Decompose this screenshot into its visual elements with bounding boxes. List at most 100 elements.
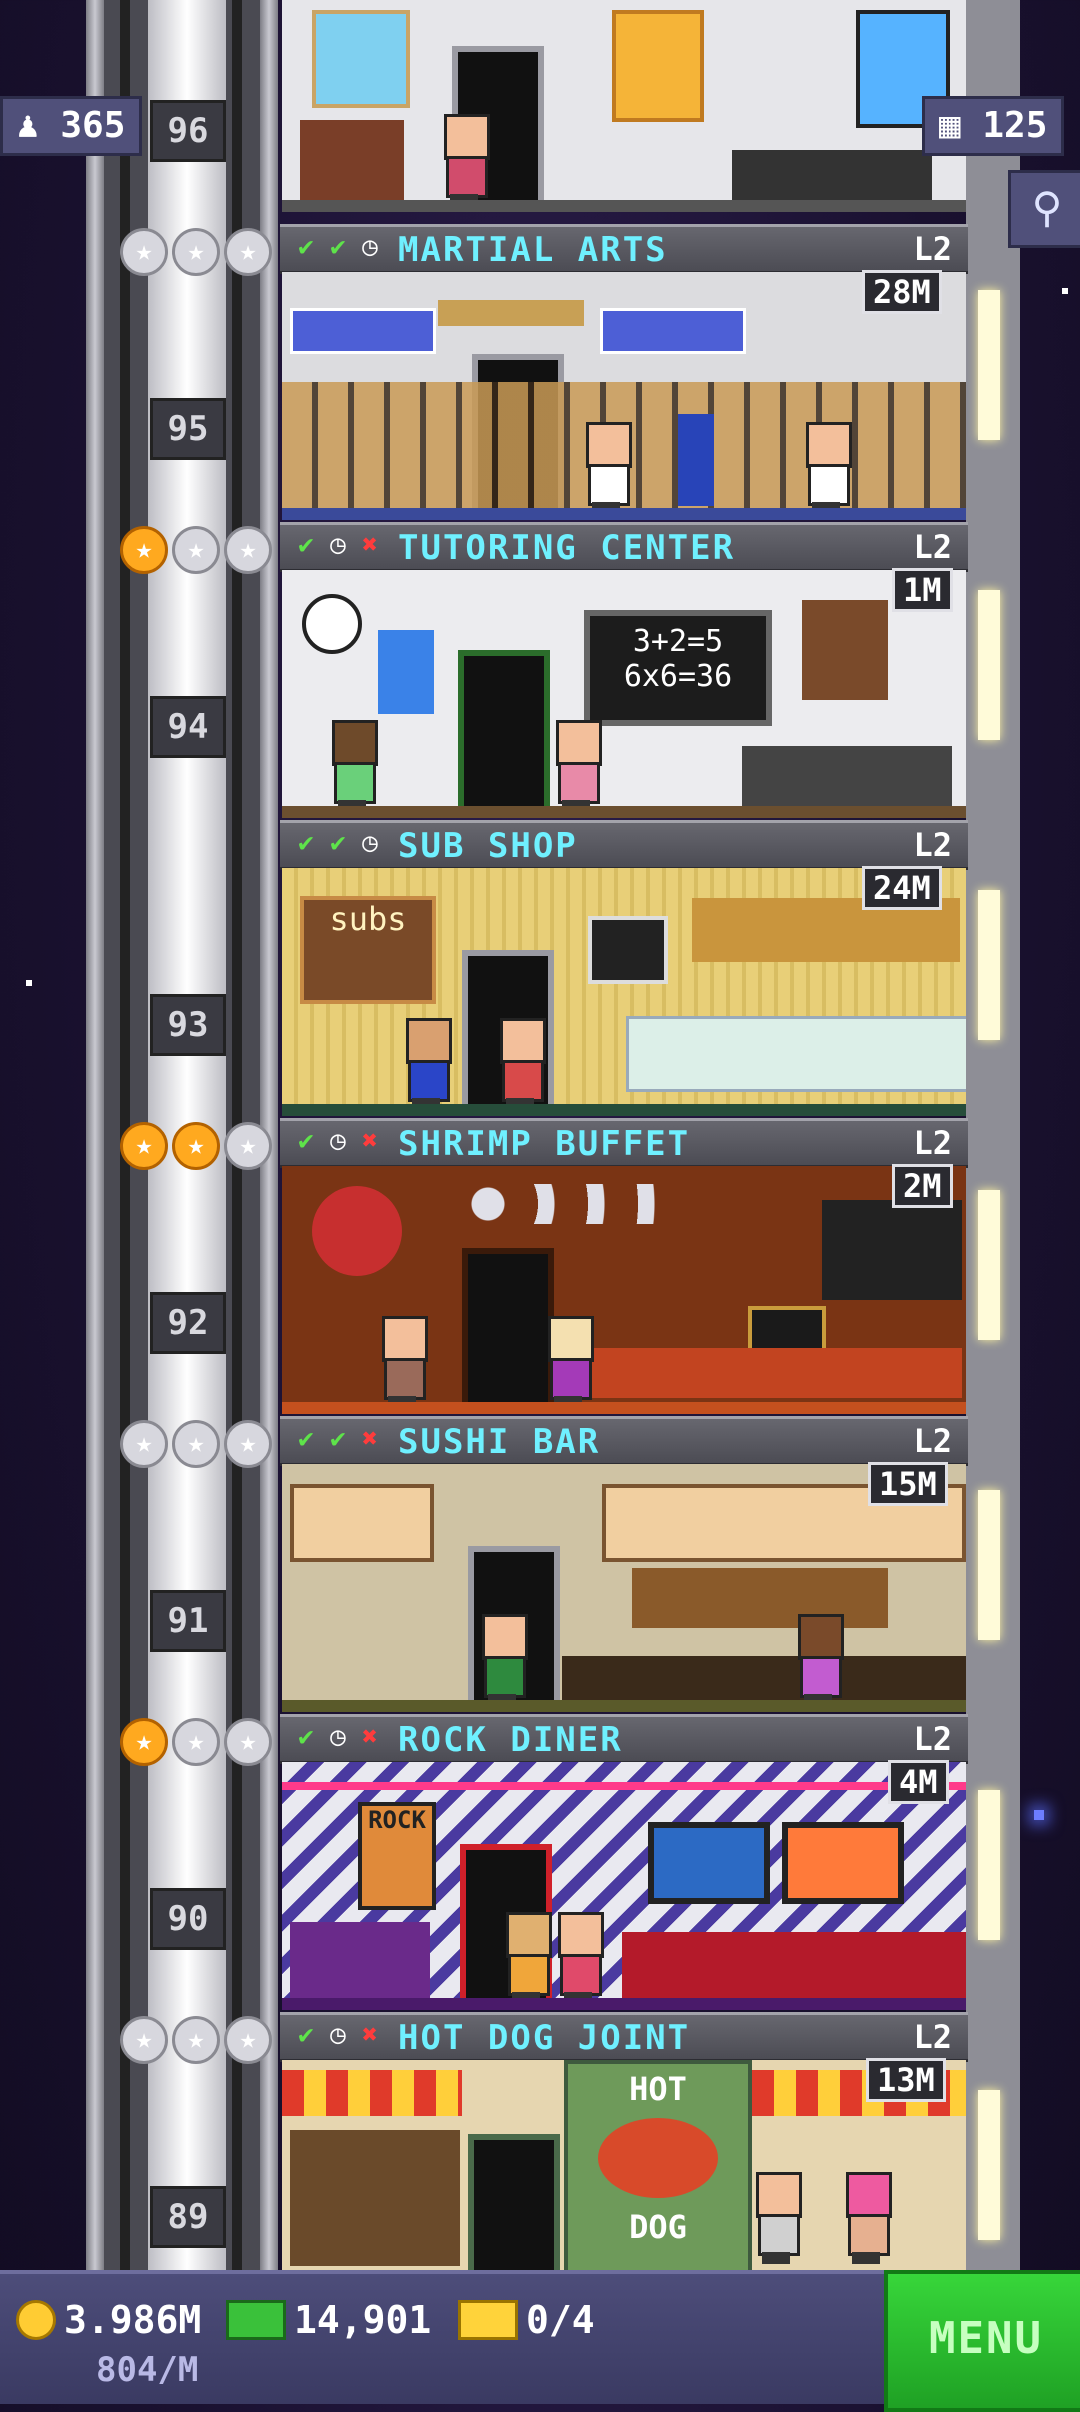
stock-badge: 1M bbox=[892, 568, 953, 612]
floor-label-90[interactable]: ✔ ◷ ✖ ROCK DINER L2 bbox=[280, 1714, 968, 1764]
floor-room-91[interactable] bbox=[282, 1464, 966, 1712]
floor-stars[interactable]: ★ ★ ★ bbox=[120, 2016, 272, 2064]
check-icon: ✔ bbox=[298, 1424, 314, 1454]
bar-counter bbox=[562, 1656, 966, 1700]
tower-resident[interactable] bbox=[502, 1912, 552, 2004]
floor-room-89[interactable]: HOT DOG bbox=[282, 2060, 966, 2270]
population-counter[interactable]: ♟ 365 bbox=[0, 96, 143, 156]
tower-resident[interactable] bbox=[496, 1018, 546, 1110]
plates-row bbox=[468, 1184, 668, 1224]
floor-room-96[interactable] bbox=[282, 0, 966, 212]
floor-base bbox=[282, 508, 966, 520]
tower-resident[interactable] bbox=[752, 2172, 802, 2264]
star-icon: ★ bbox=[120, 228, 168, 276]
floor-label-91[interactable]: ✔ ✔ ✖ SUSHI BAR L2 bbox=[280, 1416, 968, 1466]
wall-light bbox=[978, 1190, 1000, 1340]
floor-room-92[interactable] bbox=[282, 1166, 966, 1414]
tower-resident[interactable] bbox=[554, 1912, 604, 2004]
tower-resident[interactable] bbox=[552, 720, 602, 812]
chalkboard-line: 3+2=5 bbox=[632, 624, 724, 659]
torii-gate bbox=[438, 300, 584, 326]
floor-level: L2 bbox=[913, 1124, 952, 1162]
tower-resident[interactable] bbox=[544, 1316, 594, 1408]
x-icon: ✖ bbox=[362, 2020, 378, 2050]
star-icon: ★ bbox=[172, 1718, 220, 1766]
floor-label-93[interactable]: ✔ ✔ ◷ SUB SHOP L2 bbox=[280, 820, 968, 870]
elevator-rail-left bbox=[86, 0, 104, 2270]
star-icon: ★ bbox=[224, 1420, 272, 1468]
star-icon: ★ bbox=[120, 2016, 168, 2064]
hot-sign-text: HOT bbox=[629, 2070, 687, 2108]
check-icon: ✔ bbox=[330, 1424, 346, 1454]
floor-name: SUSHI BAR bbox=[398, 1422, 601, 1462]
star-icon: ★ bbox=[120, 1420, 168, 1468]
person-icon: ♟ bbox=[17, 105, 39, 146]
landscape-frame bbox=[648, 1822, 770, 1904]
chalk-menu bbox=[588, 916, 668, 984]
star-icon: ★ bbox=[120, 1718, 168, 1766]
chalkboard: 3+2=5 6x6=36 bbox=[584, 610, 772, 726]
clock-icon: ◷ bbox=[362, 232, 378, 262]
floor-level: L2 bbox=[913, 826, 952, 864]
punching-bag bbox=[678, 414, 714, 506]
floor-stars[interactable]: ★ ★ ★ bbox=[120, 228, 272, 276]
clock-icon: ◷ bbox=[330, 2020, 346, 2050]
floor-door bbox=[462, 1248, 554, 1414]
x-icon: ✖ bbox=[362, 530, 378, 560]
floor-stars[interactable]: ★ ★ ★ bbox=[120, 1420, 272, 1468]
floor-room-90[interactable]: ROCK bbox=[282, 1762, 966, 2010]
stock-badge: 24M bbox=[862, 866, 942, 910]
coins-display[interactable]: 3.986M bbox=[16, 2298, 201, 2342]
tower-resident[interactable] bbox=[582, 422, 632, 514]
floor-door bbox=[468, 2134, 560, 2270]
floor-room-94[interactable]: 3+2=5 6x6=36 bbox=[282, 570, 966, 818]
check-icon: ✔ bbox=[298, 828, 314, 858]
condiment-shelf bbox=[290, 2130, 460, 2266]
floor-stars[interactable]: ★ ★ ★ bbox=[120, 1718, 272, 1766]
sushi-shelf bbox=[632, 1568, 888, 1628]
stock-badge: 28M bbox=[862, 270, 942, 314]
star-icon: ★ bbox=[172, 228, 220, 276]
floor-label-95[interactable]: ✔ ✔ ◷ MARTIAL ARTS L2 bbox=[280, 224, 968, 274]
subs-sign-text: subs bbox=[329, 900, 407, 938]
hot-dog-sign: HOT DOG bbox=[564, 2060, 752, 2270]
floor-base bbox=[282, 1998, 966, 2010]
purple-booth bbox=[290, 1922, 430, 2002]
floor-level: L2 bbox=[913, 230, 952, 268]
star-icon: ★ bbox=[172, 1122, 220, 1170]
clock-icon: ◷ bbox=[362, 828, 378, 858]
background-star bbox=[26, 980, 32, 986]
vip-display[interactable]: 0/4 bbox=[458, 2298, 595, 2342]
tower-resident[interactable] bbox=[802, 422, 852, 514]
floor-name: SHRIMP BUFFET bbox=[398, 1124, 691, 1164]
floor-label-92[interactable]: ✔ ◷ ✖ SHRIMP BUFFET L2 bbox=[280, 1118, 968, 1168]
floor-label-89[interactable]: ✔ ◷ ✖ HOT DOG JOINT L2 bbox=[280, 2012, 968, 2062]
computer-desk bbox=[742, 746, 952, 806]
menu-button[interactable]: MENU bbox=[884, 2270, 1080, 2412]
floors-counter[interactable]: ▦ 125 bbox=[922, 96, 1065, 156]
tower-resident[interactable] bbox=[478, 1614, 528, 1706]
bux-value: 14,901 bbox=[294, 2298, 432, 2342]
bux-display[interactable]: 14,901 bbox=[226, 2298, 431, 2342]
floor-stars[interactable]: ★ ★ ★ bbox=[120, 526, 272, 574]
tower-resident[interactable] bbox=[440, 114, 490, 206]
floor-stars[interactable]: ★ ★ ★ bbox=[120, 1122, 272, 1170]
red-booths bbox=[622, 1932, 966, 2002]
tower-resident[interactable] bbox=[378, 1316, 428, 1408]
star-icon: ★ bbox=[224, 526, 272, 574]
tower-resident[interactable] bbox=[328, 720, 378, 812]
clock-icon: ◷ bbox=[330, 1722, 346, 1752]
tower-resident[interactable] bbox=[402, 1018, 452, 1110]
clock-icon bbox=[302, 594, 362, 654]
banner-left bbox=[290, 308, 436, 354]
stock-badge: 4M bbox=[888, 1760, 949, 1804]
subs-menu-board: subs bbox=[300, 896, 436, 1004]
buffet-table bbox=[582, 1348, 962, 1398]
shoji-window bbox=[290, 1484, 434, 1562]
tower-resident[interactable] bbox=[794, 1614, 844, 1706]
search-button[interactable]: ⚲ bbox=[1008, 170, 1080, 248]
floor-label-94[interactable]: ✔ ◷ ✖ TUTORING CENTER L2 bbox=[280, 522, 968, 572]
building-icon: ▦ bbox=[939, 105, 961, 146]
tower-resident[interactable] bbox=[842, 2172, 892, 2264]
apple-poster bbox=[378, 630, 434, 714]
